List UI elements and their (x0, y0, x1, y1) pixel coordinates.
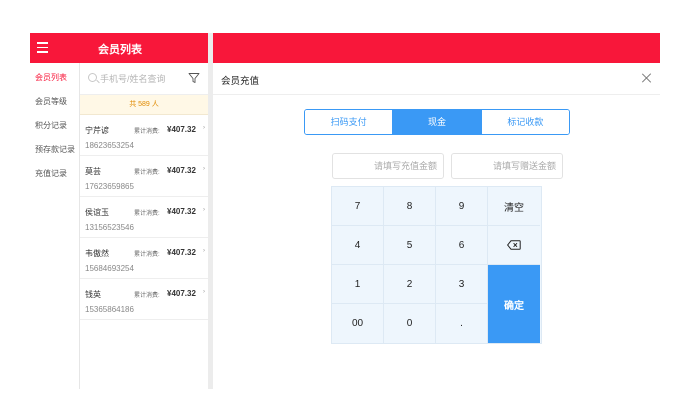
sidebar-item-recharge-record[interactable]: 充值记录 (30, 162, 79, 186)
app-window: 会员列表 会员列表 会员等级 积分记录 预存款记录 充值记录 共 589 人 宁… (30, 33, 660, 389)
member-name: 侯谊玉 (85, 208, 109, 217)
backspace-button[interactable] (488, 226, 540, 265)
spend-amount: ¥407.32 (167, 166, 196, 175)
spend-amount: ¥407.32 (167, 207, 196, 216)
spend-label: 累计消费: (134, 252, 160, 258)
chevron-right-icon: › (203, 289, 205, 295)
member-name: 韦傲然 (85, 249, 109, 258)
panel-title: 会员充值 (221, 76, 260, 87)
confirm-button[interactable]: 确定 (488, 265, 540, 343)
filter-icon[interactable] (188, 72, 200, 84)
spend-label: 累计消费: (134, 170, 160, 176)
spend-label: 累计消费: (134, 211, 160, 217)
chevron-right-icon: › (203, 248, 205, 254)
tab-scan-pay[interactable]: 扫码支付 (305, 110, 394, 134)
key-0[interactable]: 0 (384, 304, 436, 343)
member-phone: 17623659865 (85, 182, 134, 191)
key-dot[interactable]: . (436, 304, 488, 343)
tab-mark-received[interactable]: 标记收款 (481, 110, 569, 134)
search-box (84, 70, 180, 88)
sidebar: 会员列表 会员等级 积分记录 预存款记录 充值记录 (30, 63, 80, 389)
payment-method-tabs: 扫码支付 现金 标记收款 (304, 109, 570, 135)
key-00[interactable]: 00 (332, 304, 384, 343)
key-9[interactable]: 9 (436, 187, 488, 226)
sidebar-item-points-record[interactable]: 积分记录 (30, 114, 79, 138)
spend-label: 累计消费: (134, 129, 160, 135)
chevron-right-icon: › (203, 125, 205, 131)
top-header-bar: 会员列表 (30, 33, 660, 63)
search-row (80, 63, 208, 95)
member-list-item[interactable]: 钱英 累计消费: ¥407.32 › 15365864186 (80, 279, 208, 320)
member-phone: 18623653254 (85, 141, 134, 150)
spend-label: 累计消费: (134, 293, 160, 299)
chevron-right-icon: › (203, 166, 205, 172)
sidebar-item-member-level[interactable]: 会员等级 (30, 90, 79, 114)
member-list-panel: 共 589 人 宁芹谚 累计消费: ¥407.32 › 18623653254 … (80, 63, 208, 389)
member-list-item[interactable]: 宁芹谚 累计消费: ¥407.32 › 18623653254 (80, 115, 208, 156)
hamburger-icon[interactable] (37, 42, 48, 53)
key-2[interactable]: 2 (384, 265, 436, 304)
numeric-keypad: 7 8 9 清空 4 5 6 1 2 3 确定 00 0 . (331, 186, 542, 344)
key-3[interactable]: 3 (436, 265, 488, 304)
member-phone: 15684693254 (85, 264, 134, 273)
spend-amount: ¥407.32 (167, 248, 196, 257)
member-list-item[interactable]: 侯谊玉 累计消费: ¥407.32 › 13156523546 (80, 197, 208, 238)
panel-header: 会员充值 (213, 63, 660, 95)
spend-amount: ¥407.32 (167, 125, 196, 134)
chevron-right-icon: › (203, 207, 205, 213)
recharge-panel: 会员充值 扫码支付 现金 标记收款 7 8 9 清空 4 5 6 1 (213, 63, 660, 389)
gift-amount-input[interactable] (451, 153, 563, 179)
search-input[interactable] (100, 70, 180, 88)
sidebar-item-prepaid-record[interactable]: 预存款记录 (30, 138, 79, 162)
member-phone: 15365864186 (85, 305, 134, 314)
member-phone: 13156523546 (85, 223, 134, 232)
key-4[interactable]: 4 (332, 226, 384, 265)
member-count-bar: 共 589 人 (80, 95, 208, 115)
member-name: 钱英 (85, 290, 101, 299)
member-list-item[interactable]: 韦傲然 累计消费: ¥407.32 › 15684693254 (80, 238, 208, 279)
backspace-icon (507, 240, 521, 250)
key-8[interactable]: 8 (384, 187, 436, 226)
page-title: 会员列表 (98, 44, 142, 56)
key-5[interactable]: 5 (384, 226, 436, 265)
spend-amount: ¥407.32 (167, 289, 196, 298)
clear-button[interactable]: 清空 (488, 187, 540, 226)
tab-cash[interactable]: 现金 (393, 110, 482, 134)
member-list-item[interactable]: 莫芸 累计消费: ¥407.32 › 17623659865 (80, 156, 208, 197)
close-icon[interactable] (640, 71, 654, 85)
key-1[interactable]: 1 (332, 265, 384, 304)
key-6[interactable]: 6 (436, 226, 488, 265)
key-7[interactable]: 7 (332, 187, 384, 226)
search-icon (88, 73, 97, 82)
member-name: 宁芹谚 (85, 126, 109, 135)
sidebar-item-member-list[interactable]: 会员列表 (30, 66, 79, 90)
member-name: 莫芸 (85, 167, 101, 176)
recharge-amount-input[interactable] (332, 153, 444, 179)
